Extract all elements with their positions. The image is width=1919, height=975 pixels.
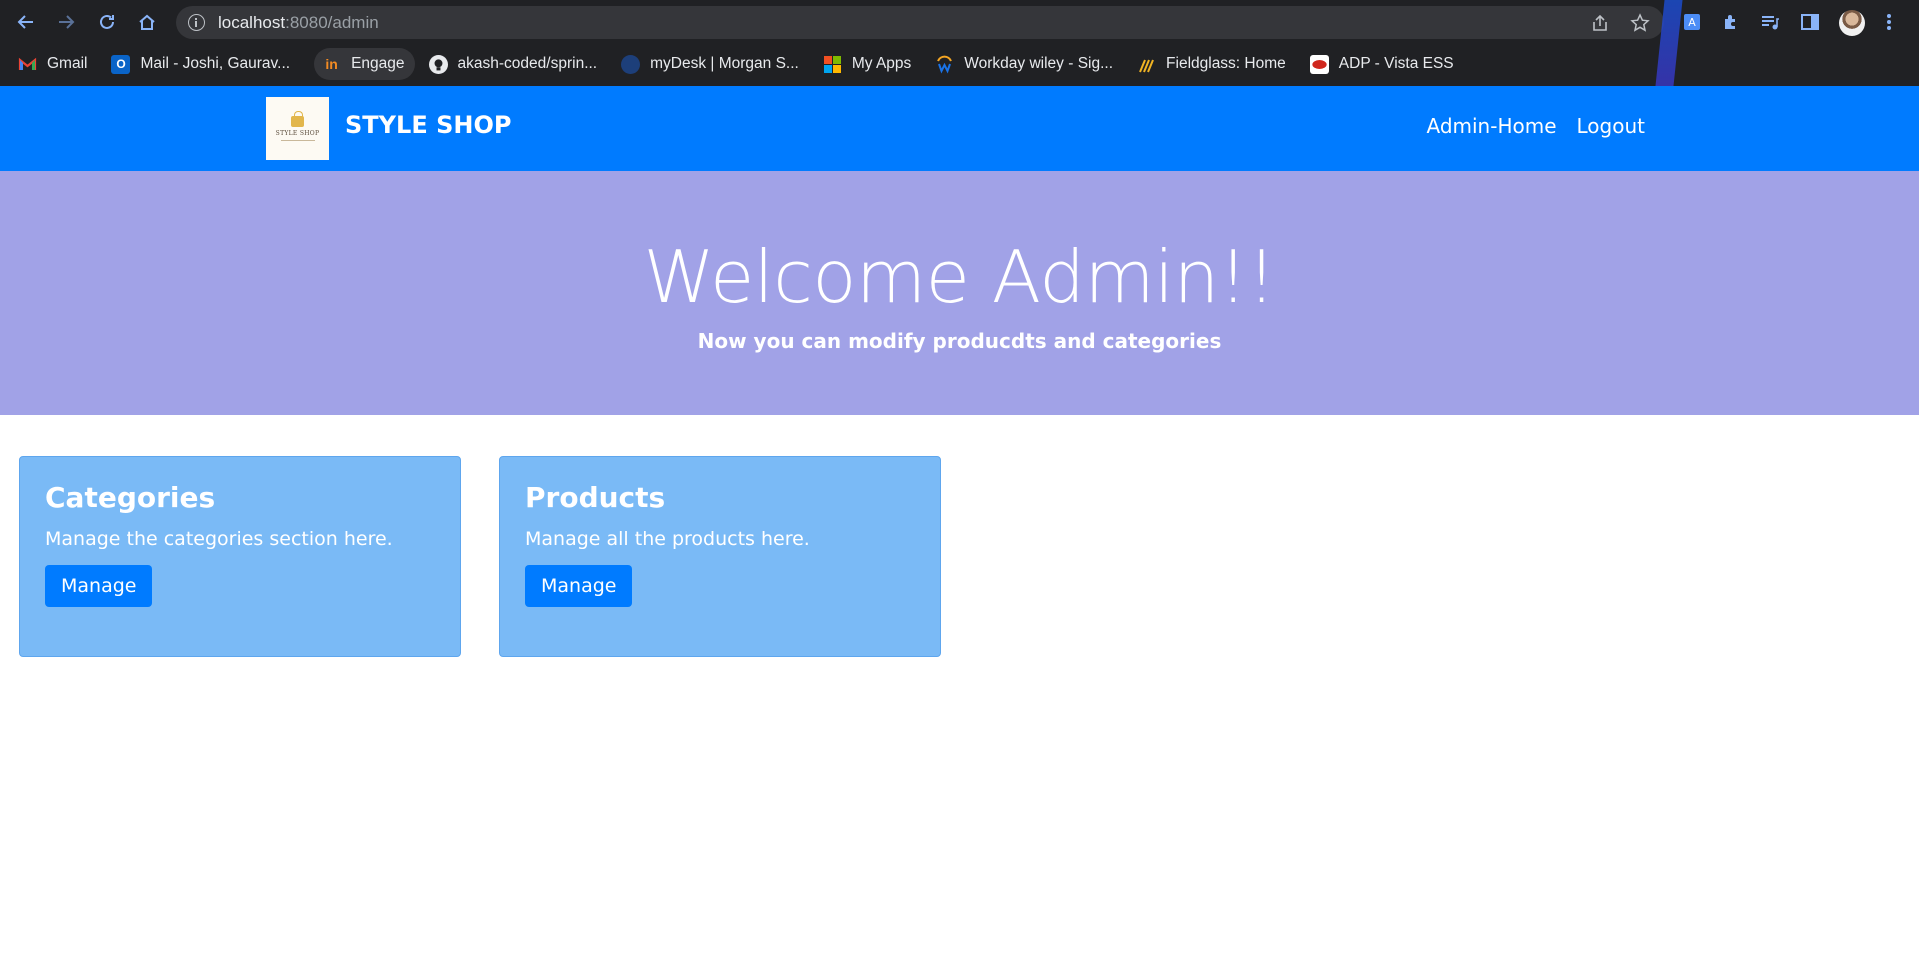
back-arrow-icon[interactable]: [14, 10, 38, 34]
mydesk-icon: [621, 54, 641, 74]
home-icon[interactable]: [135, 10, 159, 34]
profile-avatar[interactable]: [1839, 10, 1865, 36]
bookmark-adp[interactable]: ADP - Vista ESS: [1309, 48, 1464, 80]
bookmark-outlook[interactable]: O Mail - Joshi, Gaurav...: [111, 48, 300, 80]
extensions-puzzle-icon[interactable]: [1720, 11, 1742, 33]
translate-extension-icon[interactable]: A: [1681, 11, 1703, 33]
bookmark-star-icon[interactable]: [1630, 13, 1650, 33]
nav-admin-home-link[interactable]: Admin-Home: [1426, 114, 1556, 138]
manage-categories-button[interactable]: Manage: [45, 565, 153, 607]
brand-logo[interactable]: STYLE SHOP: [266, 97, 329, 160]
bookmark-fieldglass[interactable]: Fieldglass: Home: [1137, 48, 1296, 80]
github-icon: [428, 54, 448, 74]
logo-text: STYLE SHOP: [275, 130, 320, 137]
microsoft-icon: [823, 55, 842, 74]
card-title: Categories: [45, 481, 216, 514]
products-card: Products Manage all the products here. M…: [499, 456, 941, 657]
bookmark-workday[interactable]: Workday wiley - Sig...: [935, 48, 1123, 80]
logo-divider: [280, 140, 315, 141]
bookmark-github[interactable]: akash-coded/sprin...: [428, 48, 608, 80]
outlook-icon: O: [111, 54, 131, 74]
manage-products-button[interactable]: Manage: [525, 565, 633, 607]
nav-logout-link[interactable]: Logout: [1577, 114, 1645, 138]
workday-icon: [935, 55, 954, 74]
page-title: Welcome Admin!!: [643, 235, 1276, 319]
forward-arrow-icon[interactable]: [54, 10, 78, 34]
welcome-banner: Welcome Admin!! Now you can modify produ…: [0, 171, 1919, 415]
page-subtitle: Now you can modify producdts and categor…: [697, 329, 1222, 353]
bookmark-engage[interactable]: in Engage: [314, 48, 415, 80]
browser-chrome: localhost:8080/admin A Gmail O Mail - Jo…: [0, 0, 1919, 86]
bookmarks-bar: Gmail O Mail - Joshi, Gaurav... in Engag…: [0, 46, 1919, 82]
gmail-icon: [18, 55, 37, 74]
card-title: Products: [525, 481, 666, 514]
media-queue-icon[interactable]: [1759, 11, 1781, 33]
adp-icon: [1309, 54, 1329, 74]
reload-icon[interactable]: [95, 10, 119, 34]
bookmark-gmail[interactable]: Gmail: [18, 48, 97, 80]
fieldglass-icon: [1137, 55, 1156, 74]
site-info-icon[interactable]: [188, 14, 205, 31]
browser-toolbar: localhost:8080/admin A: [0, 0, 1919, 44]
categories-card: Categories Manage the categories section…: [19, 456, 461, 657]
bookmark-my-apps[interactable]: My Apps: [823, 48, 921, 80]
brand-name[interactable]: STYLE SHOP: [345, 111, 511, 139]
browser-menu-icon[interactable]: [1886, 12, 1892, 34]
engage-icon: in: [325, 56, 338, 72]
card-text: Manage all the products here.: [525, 528, 810, 550]
svg-text:A: A: [1688, 16, 1696, 29]
side-panel-icon[interactable]: [1799, 11, 1821, 33]
share-icon[interactable]: [1590, 13, 1610, 33]
nav-links: Admin-Home Logout: [1426, 114, 1645, 138]
card-text: Manage the categories section here.: [45, 528, 393, 550]
address-bar[interactable]: localhost:8080/admin: [176, 6, 1664, 39]
url-text[interactable]: localhost:8080/admin: [218, 13, 379, 33]
shopping-bag-icon: [291, 111, 304, 127]
site-navbar: STYLE SHOP STYLE SHOP Admin-Home Logout: [0, 86, 1919, 171]
bookmark-mydesk[interactable]: myDesk | Morgan S...: [621, 48, 809, 80]
